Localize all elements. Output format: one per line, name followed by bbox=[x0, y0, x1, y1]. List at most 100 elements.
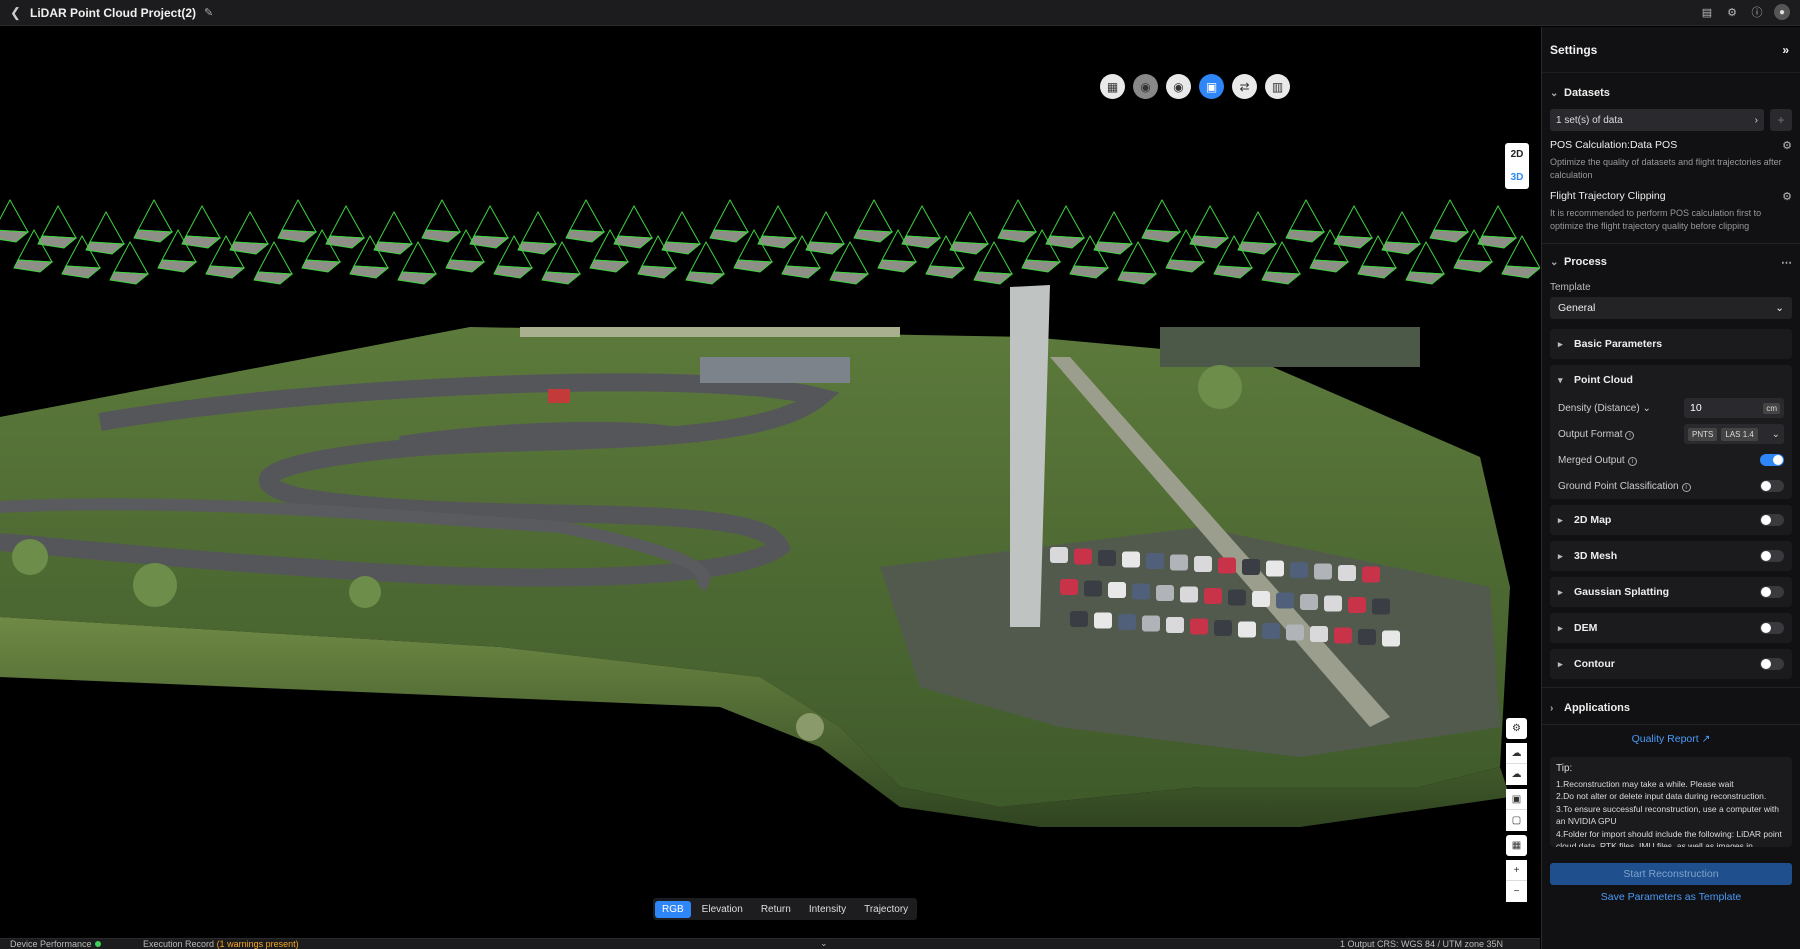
help-icon[interactable]: ⓘ bbox=[1749, 4, 1765, 20]
user-avatar-icon[interactable]: ● bbox=[1774, 4, 1790, 20]
format-chip-las: LAS 1.4 bbox=[1721, 427, 1758, 441]
basic-parameters-label: Basic Parameters bbox=[1574, 338, 1663, 350]
tab-intensity[interactable]: Intensity bbox=[802, 901, 853, 918]
point-cloud-header[interactable]: ▾ Point Cloud bbox=[1550, 365, 1792, 395]
swap-icon[interactable]: ⇄ bbox=[1232, 74, 1257, 99]
camera-frustum bbox=[757, 204, 798, 249]
3d-toggle[interactable]: 3D bbox=[1511, 172, 1524, 183]
tab-trajectory[interactable]: Trajectory bbox=[857, 901, 915, 918]
density-value: 10 bbox=[1690, 402, 1702, 414]
start-reconstruction-button[interactable]: Start Reconstruction bbox=[1550, 863, 1792, 885]
chevron-down-icon[interactable]: ⌄ bbox=[1642, 403, 1650, 414]
parked-car bbox=[1218, 557, 1236, 574]
clip-description: It is recommended to perform POS calcula… bbox=[1550, 208, 1762, 231]
edit-icon[interactable]: ✎ bbox=[204, 6, 213, 19]
applications-section-header[interactable]: › Applications bbox=[1542, 694, 1800, 722]
parked-car bbox=[1156, 585, 1174, 601]
gaussian-splatting-toggle[interactable] bbox=[1760, 586, 1784, 598]
point-cloud-scene[interactable] bbox=[0, 27, 1540, 949]
execution-record[interactable]: Execution Record (1 warnings present) bbox=[143, 939, 299, 949]
grid-icon[interactable]: ▦ bbox=[1100, 74, 1125, 99]
3d-mesh-toggle[interactable] bbox=[1760, 550, 1784, 562]
execution-record-label: Execution Record bbox=[143, 939, 215, 949]
globe-icon[interactable]: ⚙ bbox=[1506, 718, 1527, 739]
camera-frustum bbox=[133, 198, 174, 243]
building-icon[interactable]: ▦ bbox=[1506, 835, 1527, 856]
gear-icon[interactable]: ⚙ bbox=[1782, 190, 1792, 203]
status-ok-dot bbox=[94, 941, 101, 947]
back-icon[interactable]: ❮ bbox=[10, 5, 24, 21]
basic-parameters-card[interactable]: ▸ Basic Parameters bbox=[1550, 329, 1792, 359]
parked-car bbox=[1142, 615, 1160, 632]
parked-car bbox=[1132, 583, 1150, 600]
parked-car bbox=[1070, 611, 1088, 627]
tab-rgb[interactable]: RGB bbox=[655, 900, 691, 918]
tip-line: 4.Folder for import should include the f… bbox=[1556, 828, 1782, 848]
tab-return[interactable]: Return bbox=[754, 901, 798, 918]
module-gaussian-splatting[interactable]: ▸ Gaussian Splatting bbox=[1550, 577, 1792, 607]
dem-toggle[interactable] bbox=[1760, 622, 1784, 634]
add-dataset-button[interactable]: + bbox=[1770, 109, 1792, 131]
location-icon[interactable]: ◉ bbox=[1133, 74, 1158, 99]
density-input[interactable]: 10 cm bbox=[1684, 398, 1784, 418]
zoom-in-icon[interactable]: + bbox=[1506, 860, 1527, 881]
2d-map-toggle[interactable] bbox=[1760, 514, 1784, 526]
2d-toggle[interactable]: 2D bbox=[1511, 149, 1524, 160]
chevron-down-icon[interactable]: ⌄ bbox=[820, 938, 828, 949]
template-select[interactable]: General ⌄ bbox=[1550, 297, 1792, 319]
cube-icon[interactable]: ▣ bbox=[1506, 789, 1527, 810]
parked-car bbox=[1314, 563, 1332, 580]
caret-right-icon: ▸ bbox=[1558, 550, 1563, 561]
antenna-icon[interactable]: ◉ bbox=[1166, 74, 1191, 99]
save-template-link[interactable]: Save Parameters as Template bbox=[1542, 891, 1800, 903]
more-icon[interactable]: ⋯ bbox=[1781, 256, 1792, 269]
module-contour[interactable]: ▸ Contour bbox=[1550, 649, 1792, 679]
module-label-3d-mesh: 3D Mesh bbox=[1574, 550, 1618, 562]
settings-icon[interactable]: ⚙ bbox=[1724, 4, 1740, 20]
camera-frustum bbox=[325, 204, 366, 249]
parked-car bbox=[1338, 565, 1356, 581]
pos-calculation: POS Calculation:Data POS ⚙ Optimize the q… bbox=[1550, 139, 1792, 182]
info-icon[interactable]: i bbox=[1627, 456, 1637, 466]
process-section-header[interactable]: ⌄ Process ⋯ bbox=[1542, 248, 1800, 276]
device-performance[interactable]: Device Performance bbox=[10, 939, 101, 949]
density-row: Density (Distance) ⌄ 10 cm bbox=[1550, 395, 1792, 421]
format-chip-pnts: PNTS bbox=[1688, 427, 1718, 441]
parked-car bbox=[1276, 592, 1294, 609]
camera-icon[interactable]: ▣ bbox=[1199, 74, 1224, 99]
contour-toggle[interactable] bbox=[1760, 658, 1784, 670]
caret-right-icon: ▸ bbox=[1558, 658, 1563, 669]
info-icon[interactable]: i bbox=[1625, 430, 1635, 440]
collapse-panel-icon[interactable]: » bbox=[1782, 43, 1789, 57]
point-cloud-viewport[interactable]: ▦ ◉ ◉ ▣ ⇄ ▥ 2D 3D ⚙ ☁ ☁ ▣ ▢ ▦ + − RGB El… bbox=[0, 27, 1540, 949]
camera-frustum bbox=[709, 198, 750, 243]
parked-car bbox=[1074, 548, 1092, 565]
cloud-download-icon[interactable]: ☁ bbox=[1506, 764, 1527, 785]
quality-report-link[interactable]: Quality Report ↗ bbox=[1542, 733, 1800, 745]
output-format-select[interactable]: PNTS LAS 1.4 ⌄ bbox=[1684, 424, 1784, 444]
chart-icon[interactable]: ▥ bbox=[1265, 74, 1290, 99]
info-icon[interactable]: i bbox=[1681, 482, 1691, 492]
box-icon[interactable]: ▢ bbox=[1506, 810, 1527, 831]
tab-elevation[interactable]: Elevation bbox=[695, 901, 750, 918]
task-list-icon[interactable]: ▤ bbox=[1699, 4, 1715, 20]
module-label-dem: DEM bbox=[1574, 622, 1598, 634]
ground-classification-toggle[interactable] bbox=[1760, 480, 1784, 492]
merged-output-toggle[interactable] bbox=[1760, 454, 1784, 466]
module-dem[interactable]: ▸ DEM bbox=[1550, 613, 1792, 643]
gear-icon[interactable]: ⚙ bbox=[1782, 139, 1792, 152]
cloud-upload-icon[interactable]: ☁ bbox=[1506, 743, 1527, 764]
output-format-label: Output Format bbox=[1558, 428, 1623, 440]
camera-frustum bbox=[229, 210, 270, 255]
density-label[interactable]: Density (Distance) bbox=[1558, 403, 1640, 414]
module-3d-mesh[interactable]: ▸ 3D Mesh bbox=[1550, 541, 1792, 571]
dataset-selector[interactable]: 1 set(s) of data › bbox=[1550, 109, 1764, 131]
zoom-out-icon[interactable]: − bbox=[1506, 881, 1527, 902]
module-2d-map[interactable]: ▸ 2D Map bbox=[1550, 505, 1792, 535]
output-crs[interactable]: 1 Output CRS: WGS 84 / UTM zone 35N bbox=[1340, 939, 1503, 949]
parked-car bbox=[1300, 594, 1318, 610]
datasets-section-header[interactable]: ⌄ Datasets bbox=[1542, 79, 1800, 107]
ground-classification-label: Ground Point Classification bbox=[1558, 480, 1679, 492]
density-unit: cm bbox=[1763, 402, 1780, 414]
parked-car bbox=[1362, 566, 1380, 583]
